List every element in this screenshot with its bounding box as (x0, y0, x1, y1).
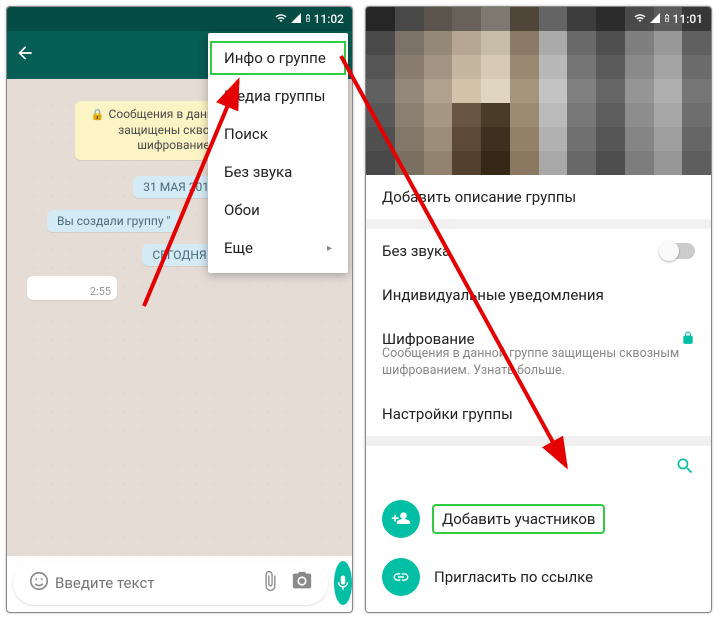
row-mute[interactable]: Без звука (366, 229, 711, 273)
menu-label: Поиск (224, 125, 268, 143)
battery-icon (304, 11, 312, 28)
date-separator-today: СЕГОДНЯ (142, 244, 216, 266)
menu-label: Медиа группы (224, 87, 325, 105)
status-time: 11:02 (314, 12, 344, 26)
mute-toggle[interactable] (661, 243, 695, 259)
signal-icon (290, 12, 302, 27)
section-divider (366, 219, 711, 229)
message-input[interactable] (55, 574, 254, 592)
status-bar: 11:02 (7, 7, 352, 31)
menu-item-group-media[interactable]: Медиа группы (208, 77, 348, 115)
menu-label: Инфо о группе (224, 49, 326, 67)
row-search-participants[interactable] (366, 446, 711, 490)
phone-group-info-screen: 11:01 Добавить описание группы Без звука… (365, 6, 712, 613)
menu-item-more[interactable]: Еще ▸ (208, 229, 348, 267)
participant-row[interactable] (366, 606, 711, 612)
row-group-settings[interactable]: Настройки группы (366, 392, 711, 436)
row-label: Пригласить по ссылке (434, 568, 593, 586)
row-label: Без звука (382, 242, 450, 260)
chevron-right-icon: ▸ (327, 243, 332, 254)
overflow-menu: Инфо о группе Медиа группы Поиск Без зву… (208, 33, 348, 273)
menu-item-wallpaper[interactable]: Обои (208, 191, 348, 229)
row-individual-notifications[interactable]: Индивидуальные уведомления (366, 273, 711, 317)
row-label: Индивидуальные уведомления (382, 286, 604, 304)
menu-item-group-info[interactable]: Инфо о группе (208, 39, 348, 77)
row-invite-link[interactable]: Пригласить по ссылке (366, 548, 711, 606)
row-label: Добавить участников (434, 506, 603, 532)
add-person-icon (382, 500, 420, 538)
camera-icon[interactable] (286, 570, 318, 597)
back-icon[interactable] (15, 43, 35, 67)
message-bubble[interactable]: 2:55 (27, 276, 117, 300)
group-header-image[interactable] (366, 7, 711, 175)
message-input-bar (13, 560, 346, 606)
system-message-created: Вы создали группу " (47, 210, 180, 232)
battery-icon (663, 11, 671, 28)
emoji-icon[interactable] (23, 570, 55, 597)
lock-icon: 🔒 (91, 108, 105, 121)
message-input-container[interactable] (13, 561, 328, 605)
status-time: 11:01 (673, 12, 703, 26)
menu-label: Еще (224, 239, 253, 257)
menu-item-search[interactable]: Поиск (208, 115, 348, 153)
section-divider (366, 436, 711, 446)
group-settings-list: Добавить описание группы Без звука Индив… (366, 175, 711, 612)
wifi-icon (633, 12, 647, 27)
row-label: Настройки группы (382, 405, 513, 423)
search-icon[interactable] (675, 461, 695, 480)
phone-chat-screen: 11:02 🔒Сообщения в данной группе защищен… (6, 6, 353, 613)
row-encryption-sub: Сообщения в данной группе защищены сквоз… (366, 346, 711, 392)
link-icon (382, 558, 420, 596)
menu-label: Обои (224, 201, 260, 219)
menu-item-mute[interactable]: Без звука (208, 153, 348, 191)
attach-icon[interactable] (254, 570, 286, 597)
signal-icon (649, 12, 661, 27)
message-time: 2:55 (90, 285, 111, 298)
row-add-description[interactable]: Добавить описание группы (366, 175, 711, 219)
wifi-icon (274, 12, 288, 27)
mic-button[interactable] (334, 561, 352, 605)
row-label: Добавить описание группы (382, 188, 576, 206)
row-add-participants[interactable]: Добавить участников (366, 490, 711, 548)
status-bar: 11:01 (366, 7, 711, 31)
menu-label: Без звука (224, 163, 292, 181)
